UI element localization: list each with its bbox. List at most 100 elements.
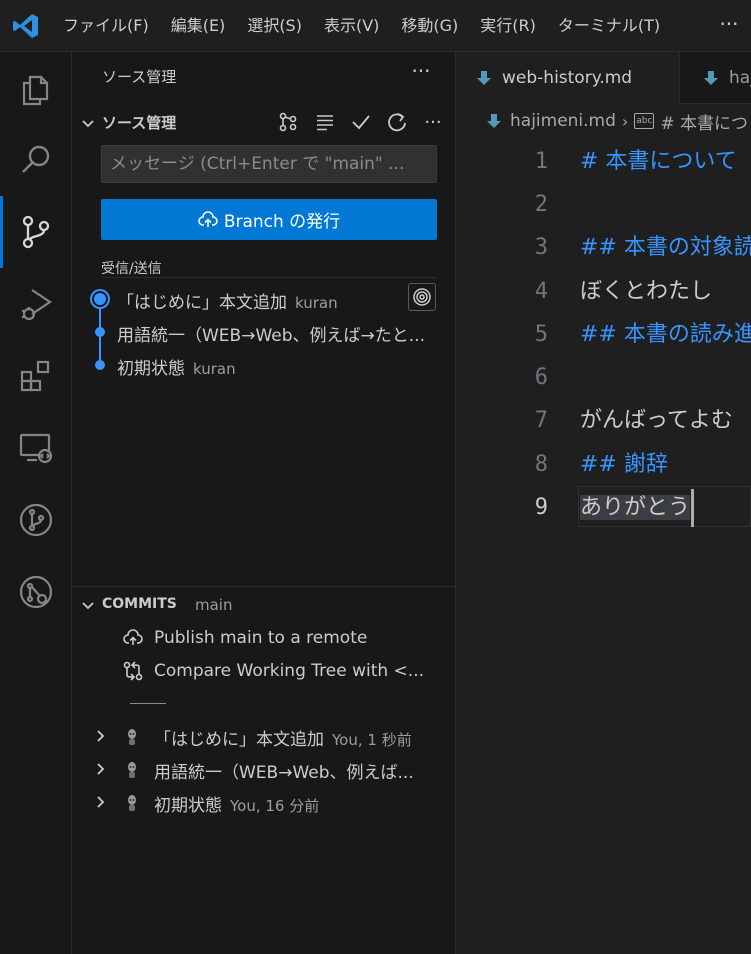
commit-row-text: 「はじめに」本文追加 You, 1 秒前 [154, 725, 412, 750]
line-text: ## 本書の読み進 [580, 322, 751, 347]
compare-working-tree-label: Compare Working Tree with <... [154, 660, 425, 681]
search-icon [22, 145, 50, 173]
extensions-icon [20, 360, 50, 392]
chevron-right-icon [97, 796, 105, 808]
publish-remote-label: Publish main to a remote [154, 627, 368, 648]
line-number: 2 [534, 192, 548, 217]
menu-terminal[interactable]: ターミナル(T) [547, 0, 671, 52]
graph-icon [279, 112, 297, 132]
incoming-outgoing-header[interactable]: 受信/送信 [101, 258, 437, 278]
line-number: 7 [534, 408, 548, 433]
commit-row[interactable]: 用語統一（WEB→Web、例えば... [72, 753, 456, 786]
commit-message-input[interactable] [101, 145, 437, 183]
line-number: 4 [534, 279, 548, 304]
graph-dot [95, 327, 105, 337]
tab-label: web-history.md [502, 68, 633, 88]
section-divider[interactable] [72, 586, 456, 587]
list-icon [317, 115, 333, 131]
cloud-upload-icon [123, 628, 143, 645]
git-graph-icon [19, 503, 53, 537]
compare-icon [123, 660, 143, 681]
line-text: ## 謝辞 [580, 452, 668, 477]
commit-row[interactable]: 初期状態 You, 16 分前 [72, 786, 456, 819]
graph-row[interactable]: 用語統一（WEB→Web、例えば→たと... [72, 316, 456, 349]
text-selection: ありがとう [580, 495, 691, 520]
code-editor[interactable]: 1 # 本書について 2 3 ## 本書の対象読 4 ぼくとわたし 5 ## 本… [456, 140, 751, 954]
remote-explorer-button[interactable] [0, 412, 72, 484]
menu-go[interactable]: 移動(G) [390, 0, 469, 52]
check-icon [352, 115, 370, 130]
code-line: 9 ありがとう [456, 486, 751, 529]
graph-row-text: 初期状態 kuran [117, 354, 236, 379]
publish-branch-label: Branch の発行 [223, 212, 341, 232]
graph-row[interactable]: 初期状態 kuran [72, 349, 456, 382]
menu-run[interactable]: 実行(R) [469, 0, 547, 52]
commit-message: 初期状態 [154, 796, 222, 816]
view-graph-button[interactable] [275, 109, 301, 135]
markdown-icon [477, 71, 491, 85]
chevron-down-icon [82, 120, 94, 128]
scm-section-header[interactable]: ソース管理 ··· [72, 108, 456, 136]
refresh-button[interactable] [384, 109, 410, 135]
line-text: ぼくとわたし [580, 279, 713, 304]
line-text: ## 本書の対象読 [580, 235, 751, 260]
graph-message: 用語統一（WEB→Web、例えば→たと... [117, 326, 425, 346]
graph-dot [95, 360, 105, 370]
line-number: 9 [534, 495, 548, 520]
commit-message: 用語統一（WEB→Web、例えば... [154, 763, 414, 783]
commit-message: 「はじめに」本文追加 [154, 730, 324, 750]
commits-section-header[interactable]: COMMITS main [72, 590, 456, 618]
graph-row-text: 「はじめに」本文追加 kuran [117, 288, 338, 313]
menu-more-button[interactable]: ··· [712, 0, 746, 52]
sidebar: ソース管理 ··· ソース管理 ··· Branch の発行 受信/送信 「はじ… [72, 52, 495, 954]
line-number: 6 [534, 365, 548, 390]
activity-bar [0, 52, 72, 954]
graph-row[interactable]: 「はじめに」本文追加 kuran [72, 283, 456, 316]
cloud-upload-icon [198, 210, 218, 227]
menu-file[interactable]: ファイル(F) [52, 0, 160, 52]
source-control-button[interactable] [0, 196, 72, 268]
graph-author: kuran [295, 294, 338, 312]
avatar-icon [128, 729, 136, 745]
git-graph-button[interactable] [0, 484, 72, 556]
breadcrumb-file[interactable]: hajimeni.md [510, 111, 616, 131]
code-line: 1 # 本書について [456, 140, 751, 183]
tab-web-history[interactable]: web-history.md [456, 52, 680, 104]
commit-row[interactable]: 「はじめに」本文追加 You, 1 秒前 [72, 720, 456, 753]
line-number: 8 [534, 452, 548, 477]
target-icon [413, 288, 431, 306]
search-button[interactable] [0, 124, 72, 196]
code-line: 7 がんばってよむ [456, 399, 751, 442]
text-caret [691, 489, 695, 527]
commit-button[interactable] [348, 109, 374, 135]
avatar-icon [128, 762, 136, 778]
publish-remote-action[interactable]: Publish main to a remote [122, 621, 367, 654]
commits-separator [130, 703, 166, 704]
graph-row-text: 用語統一（WEB→Web、例えば→たと... [117, 321, 425, 346]
string-symbol-icon: abc [634, 113, 655, 129]
graph-head-dot [94, 293, 106, 305]
publish-branch-button[interactable]: Branch の発行 [101, 199, 437, 240]
menu-selection[interactable]: 選択(S) [236, 0, 313, 52]
run-debug-button[interactable] [0, 268, 72, 340]
editor-tabs: web-history.md haj [456, 52, 751, 104]
vscode-logo-icon[interactable] [12, 12, 40, 40]
menu-view[interactable]: 表示(V) [313, 0, 390, 52]
chevron-right-icon [97, 763, 105, 775]
target-button[interactable] [408, 283, 436, 311]
breadcrumb-symbol[interactable]: # 本書につ [660, 109, 748, 134]
menu-edit[interactable]: 編集(E) [160, 0, 237, 52]
code-line: 4 ぼくとわたし [456, 270, 751, 313]
tab-hajimeni[interactable]: haj [681, 52, 751, 104]
files-icon [22, 75, 49, 106]
view-list-button[interactable] [312, 109, 338, 135]
chevron-right-icon [97, 730, 105, 742]
extensions-button[interactable] [0, 340, 72, 412]
sidebar-more-button[interactable]: ··· [406, 58, 436, 88]
compare-working-tree-action[interactable]: Compare Working Tree with <... [122, 654, 424, 687]
explorer-button[interactable] [0, 54, 72, 126]
gitlens-button[interactable] [0, 556, 72, 628]
scm-more-button[interactable]: ··· [420, 109, 446, 135]
code-line: 5 ## 本書の読み進 [456, 313, 751, 356]
line-text: がんばってよむ [580, 408, 733, 433]
